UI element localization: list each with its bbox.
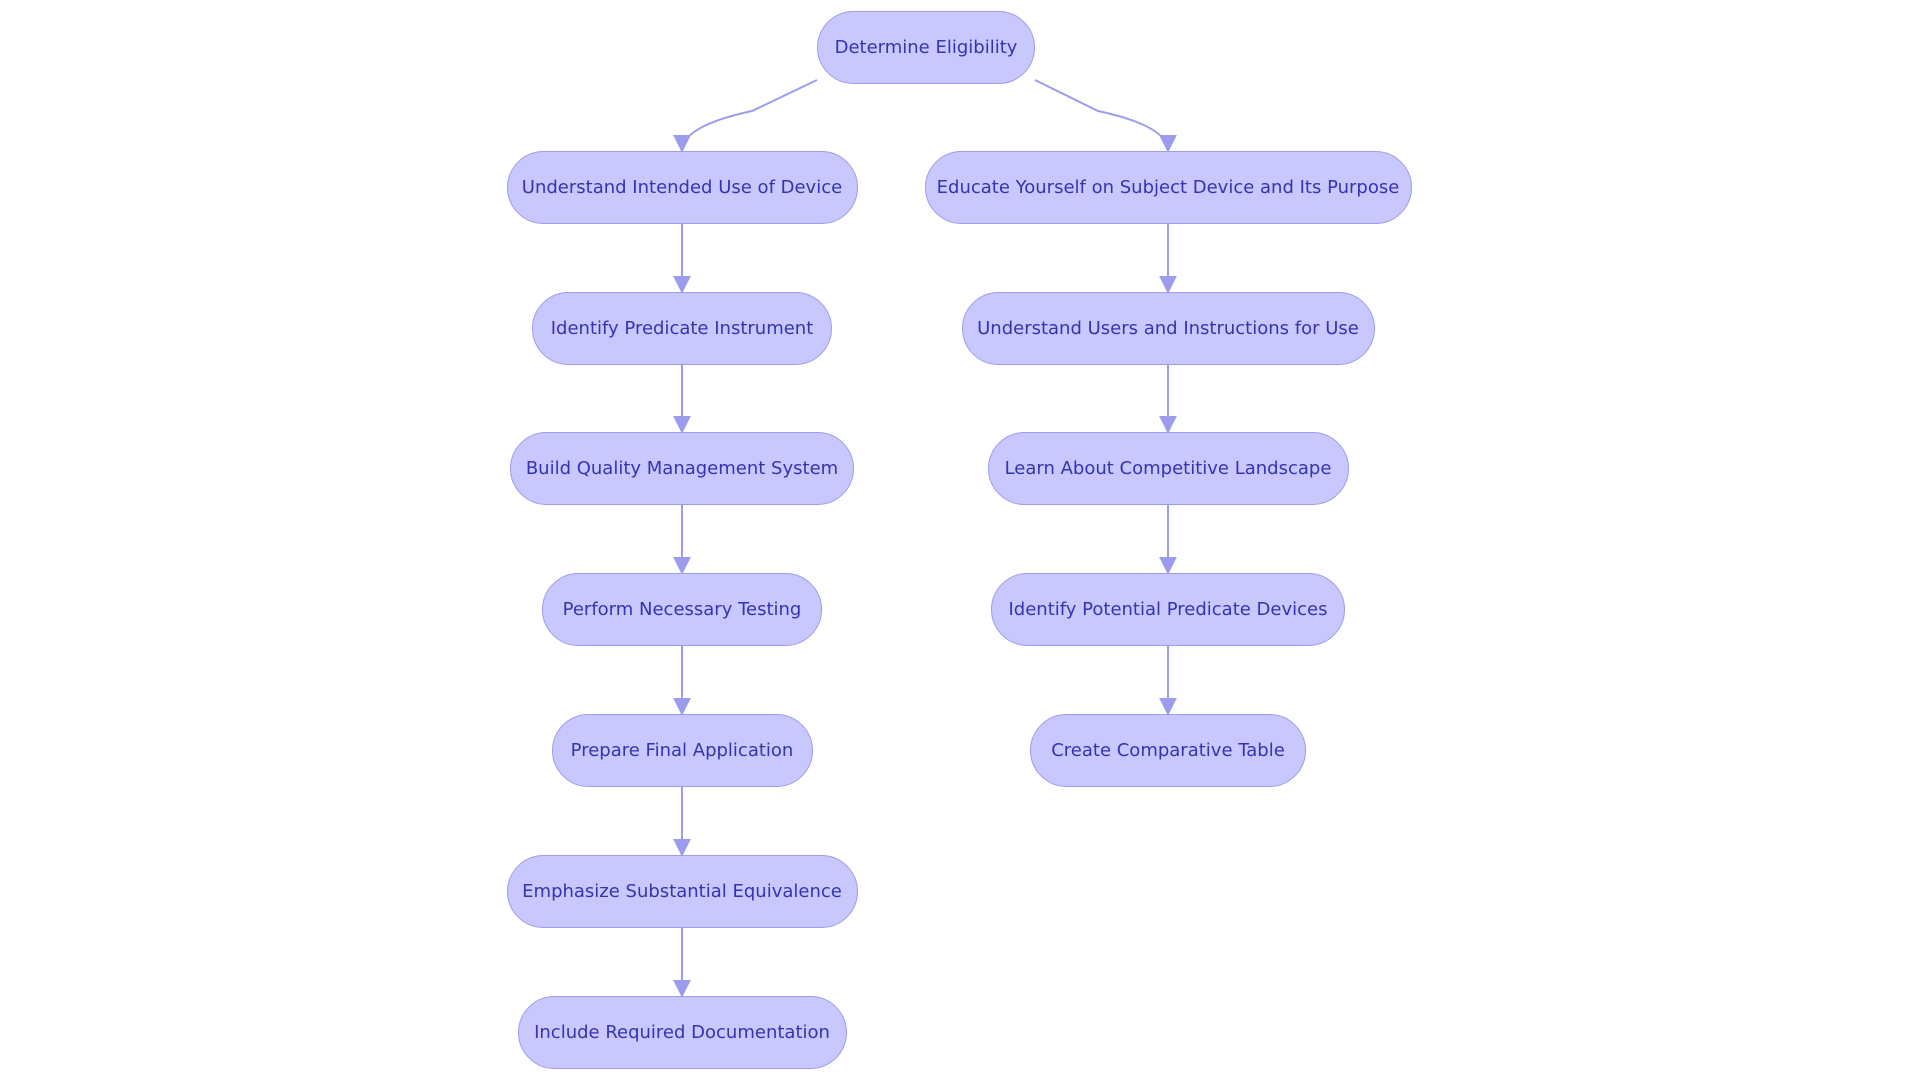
node-understand-users-and-instructions-for-use: Understand Users and Instructions for Us… bbox=[961, 292, 1375, 365]
node-perform-necessary-testing: Perform Necessary Testing bbox=[542, 573, 822, 646]
node-identify-predicate-instrument: Identify Predicate Instrument bbox=[532, 292, 832, 365]
node-prepare-final-application: Prepare Final Application bbox=[551, 714, 813, 787]
node-educate-yourself-on-subject-device-and-its-purpose: Educate Yourself on Subject Device and I… bbox=[924, 151, 1412, 224]
node-understand-intended-use-of-device: Understand Intended Use of Device bbox=[506, 151, 858, 224]
edge-root-r1 bbox=[1034, 79, 1177, 153]
edge-root-l1 bbox=[673, 79, 818, 153]
node-identify-potential-predicate-devices: Identify Potential Predicate Devices bbox=[991, 573, 1345, 646]
node-build-quality-management-system: Build Quality Management System bbox=[510, 432, 854, 505]
node-create-comparative-table: Create Comparative Table bbox=[1030, 714, 1306, 787]
node-include-required-documentation: Include Required Documentation bbox=[517, 996, 847, 1069]
node-emphasize-substantial-equivalence: Emphasize Substantial Equivalence bbox=[506, 855, 858, 928]
node-learn-about-competitive-landscape: Learn About Competitive Landscape bbox=[987, 432, 1349, 505]
node-determine-eligibility: Determine Eligibility bbox=[817, 11, 1035, 84]
